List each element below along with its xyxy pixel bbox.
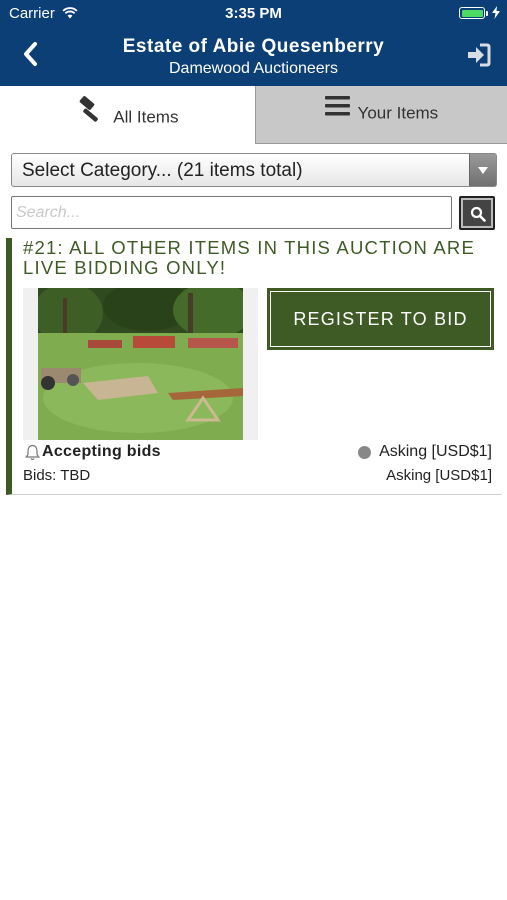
auction-item[interactable]: #21: ALL OTHER ITEMS IN THIS AUCTION ARE…: [6, 238, 502, 495]
search-button[interactable]: [459, 196, 495, 230]
tab-your-items[interactable]: Your Items: [255, 86, 507, 144]
sign-in-icon[interactable]: [466, 42, 492, 68]
bid-status: Accepting bids: [42, 443, 161, 460]
hamburger-icon: [324, 95, 351, 122]
status-bar: Carrier 3:35 PM: [0, 0, 507, 28]
tab-your-items-label: Your Items: [357, 103, 439, 123]
tab-all-items[interactable]: All Items: [0, 86, 255, 144]
category-select[interactable]: Select Category... (21 items total): [11, 153, 497, 187]
search-input[interactable]: [11, 196, 452, 229]
page-title: Estate of Abie Quesenberry: [122, 36, 385, 57]
register-to-bid-button[interactable]: REGISTER TO BID: [267, 288, 494, 350]
charging-bolt-icon: [492, 6, 500, 24]
battery-icon: [459, 7, 485, 19]
app-header: Carrier 3:35 PM Estate of Abie Quesenber…: [0, 0, 507, 86]
chevron-down-icon: [469, 154, 496, 186]
tab-all-items-label: All Items: [113, 107, 179, 127]
item-title[interactable]: #21: ALL OTHER ITEMS IN THIS AUCTION ARE…: [23, 238, 493, 278]
status-dot-icon: [358, 446, 371, 459]
gavel-icon: [77, 95, 107, 130]
bell-icon: [25, 444, 40, 466]
bids-count: Bids: TBD: [23, 467, 91, 484]
page-subtitle: Damewood Auctioneers: [169, 60, 338, 77]
battery-nub: [486, 11, 488, 16]
item-photo[interactable]: [23, 288, 258, 440]
category-select-value: Select Category... (21 items total): [22, 160, 303, 181]
search-icon: [470, 206, 486, 222]
asking-price: Asking [USD$1]: [379, 443, 492, 460]
asking-price-secondary: Asking [USD$1]: [386, 467, 492, 484]
clock: 3:35 PM: [225, 5, 282, 22]
